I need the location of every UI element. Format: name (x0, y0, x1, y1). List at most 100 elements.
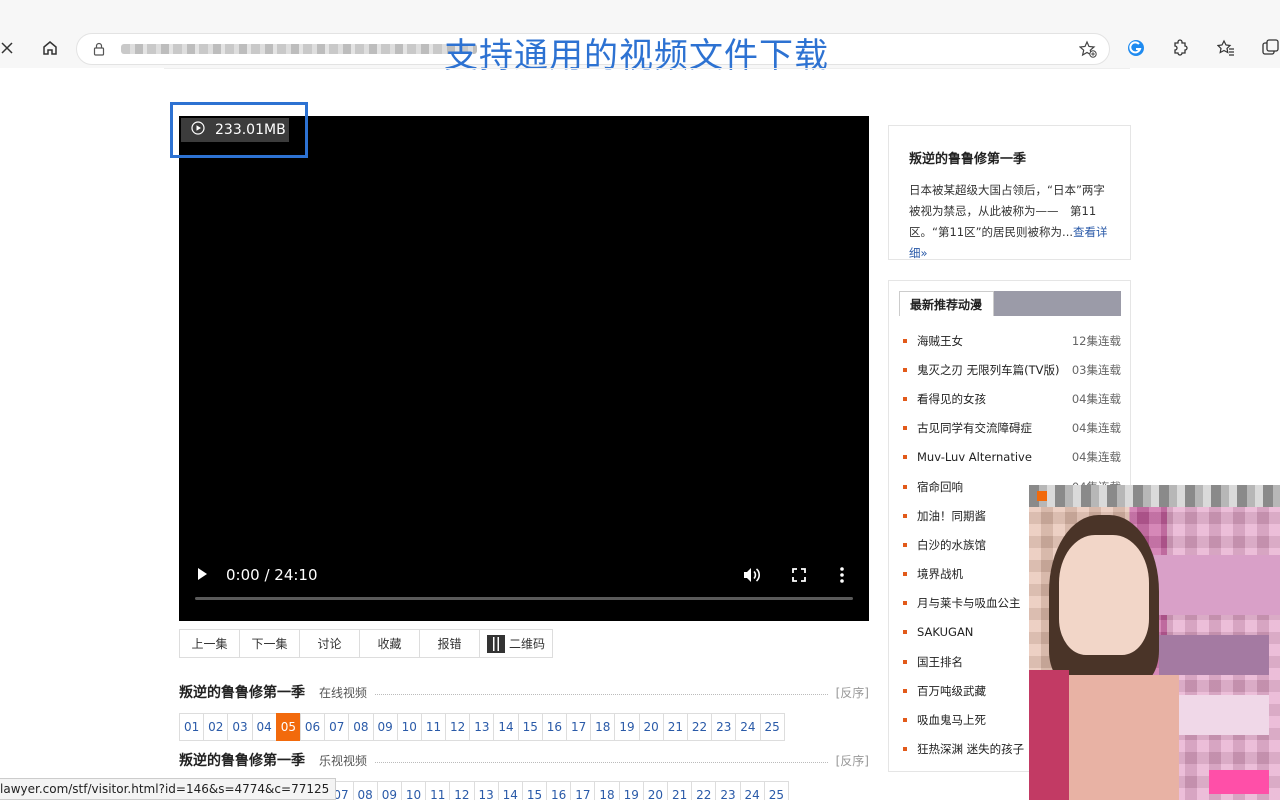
anime-description: 日本被某超级大国占领后，“日本”两字被视为禁忌，从此被称为—— 第11区。“第1… (909, 180, 1110, 264)
extension-logo-icon[interactable] (1122, 34, 1150, 62)
episode-link[interactable]: 08 (352, 781, 378, 800)
more-options-icon[interactable] (839, 566, 845, 587)
episode-link[interactable]: 21 (662, 713, 688, 741)
episode-link[interactable]: 20 (638, 713, 664, 741)
episode-link[interactable]: 13 (473, 781, 499, 800)
reverse-order-link[interactable]: [反序] (836, 752, 869, 769)
prev-episode-button[interactable]: 上一集 (180, 630, 240, 657)
home-icon[interactable] (36, 34, 64, 62)
bullet-icon (903, 426, 907, 431)
bullet-icon (903, 542, 907, 547)
episode-link[interactable]: 12 (445, 713, 471, 741)
episode-link[interactable]: 23 (715, 781, 741, 800)
favorites-icon[interactable] (1212, 34, 1240, 62)
dotted-divider (375, 761, 828, 763)
episode-link[interactable]: 08 (348, 713, 374, 741)
ad-close-icon[interactable] (1037, 491, 1047, 501)
list-item[interactable]: 鬼灭之刃 无限列车篇(TV版) 03集连载 (899, 355, 1121, 384)
section-title: 叛逆的鲁鲁修第一季 (179, 753, 305, 769)
extensions-puzzle-icon[interactable] (1166, 34, 1194, 62)
bullet-icon (903, 659, 907, 664)
episode-link[interactable]: 10 (396, 713, 422, 741)
recommend-title[interactable]: Muv-Luv Alternative (917, 450, 1072, 464)
list-item[interactable]: 海贼王女 12集连载 (899, 326, 1121, 355)
next-episode-button[interactable]: 下一集 (240, 630, 300, 657)
episode-count: 04集连载 (1071, 391, 1121, 406)
bullet-icon (903, 455, 907, 460)
report-button[interactable]: 报错 (420, 630, 480, 657)
episode-link[interactable]: 25 (763, 781, 789, 800)
episode-link[interactable]: 15 (521, 781, 548, 800)
episode-link[interactable]: 06 (299, 713, 326, 741)
time-display: 0:00 / 24:10 (226, 566, 318, 584)
episode-count: 12集连载 (1071, 333, 1121, 348)
qrcode-label: 二维码 (508, 637, 545, 651)
qrcode-button[interactable]: 二维码 (480, 630, 552, 657)
episode-list: 01 02 03 04 05 06 07 08 09 10 11 12 13 14 15 16 17 18 19 20… (179, 713, 785, 741)
play-icon[interactable] (195, 566, 209, 586)
bullet-icon (903, 747, 907, 752)
episode-link[interactable]: 21 (667, 781, 693, 800)
episode-link[interactable]: 11 (425, 781, 451, 800)
episode-link[interactable]: 03 (227, 713, 253, 741)
progress-bar[interactable] (195, 597, 853, 600)
bullet-icon (903, 572, 907, 577)
bullet-icon (903, 688, 907, 693)
recommend-title[interactable]: 古见同学有交流障碍症 (917, 420, 1072, 436)
episode-link[interactable]: 17 (570, 781, 596, 800)
recommend-title[interactable]: 海贼王女 (917, 333, 1072, 349)
divider (164, 68, 1130, 69)
episode-link[interactable]: 07 (324, 713, 350, 741)
episode-link[interactable]: 01 (179, 713, 205, 741)
reverse-order-link[interactable]: [反序] (836, 684, 869, 701)
episode-link[interactable]: 14 (497, 781, 523, 800)
episode-link[interactable]: 18 (594, 781, 620, 800)
episode-link[interactable]: 19 (618, 781, 644, 800)
episode-link[interactable]: 17 (566, 713, 592, 741)
episode-link[interactable]: 16 (541, 713, 567, 741)
episode-link[interactable]: 15 (517, 713, 543, 741)
browser-toolbar: 支持通用的视频文件下载 (0, 0, 1280, 76)
episode-link[interactable]: 10 (400, 781, 427, 800)
bullet-icon (903, 367, 907, 372)
episode-link[interactable]: 25 (759, 713, 785, 741)
recommend-title[interactable]: 鬼灭之刃 无限列车篇(TV版) (917, 362, 1072, 378)
episode-link[interactable]: 04 (251, 713, 277, 741)
popup-ad[interactable] (1029, 485, 1280, 800)
episode-link[interactable]: 20 (642, 781, 668, 800)
dotted-divider (375, 693, 828, 695)
volume-icon[interactable] (741, 565, 761, 588)
video-player[interactable]: 233.01MB 0:00 / 24:10 (179, 116, 869, 621)
episode-link[interactable]: 22 (691, 781, 717, 800)
episode-link[interactable]: 13 (469, 713, 495, 741)
recommend-header-bar: 最新推荐动漫 (899, 291, 1121, 316)
episode-link[interactable]: 12 (449, 781, 475, 800)
episode-link[interactable]: 24 (739, 781, 765, 800)
episode-link[interactable]: 14 (493, 713, 519, 741)
episode-link[interactable]: 09 (376, 781, 402, 800)
list-item[interactable]: 看得见的女孩 04集连载 (899, 384, 1121, 413)
episode-link[interactable]: 05 (275, 713, 301, 741)
recommend-tab[interactable]: 最新推荐动漫 (899, 291, 994, 316)
episode-link[interactable]: 24 (735, 713, 761, 741)
fullscreen-icon[interactable] (791, 567, 807, 586)
episode-link[interactable]: 11 (420, 713, 447, 741)
episode-link[interactable]: 23 (711, 713, 737, 741)
episode-link[interactable]: 09 (372, 713, 398, 741)
episode-link[interactable]: 18 (590, 713, 616, 741)
add-favorite-icon[interactable] (1078, 40, 1097, 61)
episode-link[interactable]: 19 (614, 713, 640, 741)
bullet-icon (903, 484, 907, 489)
collections-icon[interactable] (1256, 34, 1280, 62)
close-icon[interactable] (0, 34, 21, 62)
list-item[interactable]: Muv-Luv Alternative 04集连载 (899, 443, 1121, 472)
episode-link[interactable]: 22 (686, 713, 713, 741)
recommend-title[interactable]: 看得见的女孩 (917, 391, 1072, 407)
url-text-blurred (121, 44, 477, 54)
episode-link[interactable]: 02 (203, 713, 229, 741)
ad-cta-button[interactable] (1209, 770, 1269, 794)
list-item[interactable]: 古见同学有交流障碍症 04集连载 (899, 414, 1121, 443)
episode-link[interactable]: 16 (546, 781, 572, 800)
favorite-button[interactable]: 收藏 (360, 630, 420, 657)
discuss-button[interactable]: 讨论 (300, 630, 360, 657)
